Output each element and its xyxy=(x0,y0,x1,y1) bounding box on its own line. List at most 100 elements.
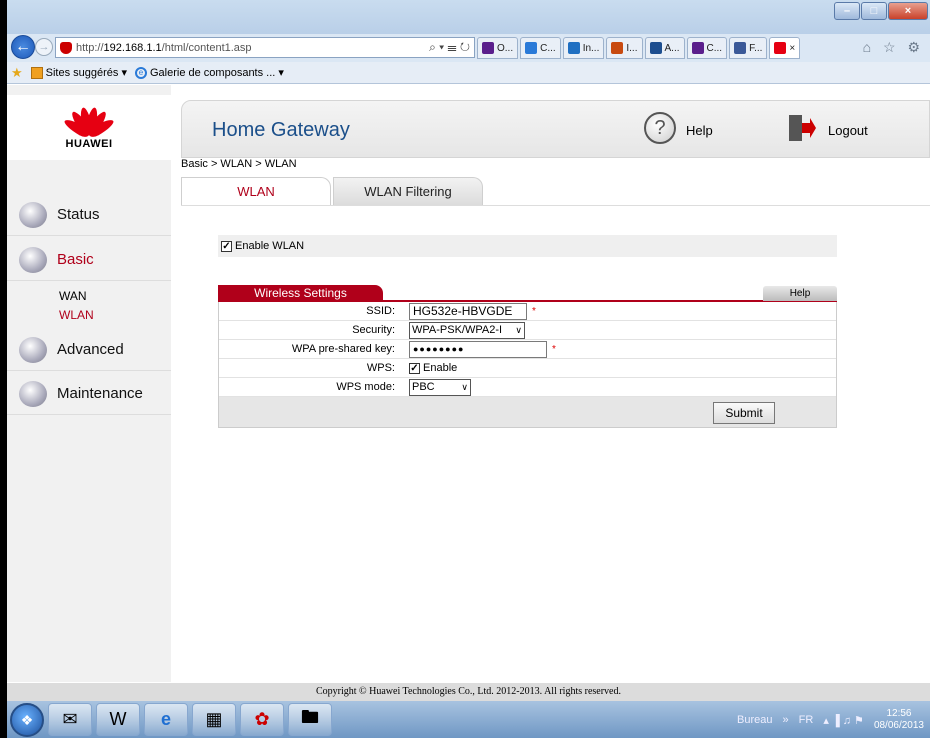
clock-time: 12:56 xyxy=(886,708,912,719)
browser-tab[interactable]: A... xyxy=(644,37,685,59)
router-page: HUAWEI Status Basic WAN WLAN Advanced Ma… xyxy=(7,85,930,682)
huawei-logo: HUAWEI xyxy=(7,95,171,160)
browser-tab-label: F... xyxy=(749,42,763,54)
back-arrow-icon[interactable]: ← xyxy=(11,35,35,59)
address-tools[interactable]: ⌕ ▾ ☰ ↻ xyxy=(429,40,470,55)
sidebar-subitem-wan[interactable]: WAN xyxy=(59,289,87,303)
required-marker: * xyxy=(552,343,556,355)
forward-arrow-icon[interactable]: → xyxy=(35,38,53,56)
status-icon xyxy=(19,202,47,228)
enable-wlan-row: ✓ Enable WLAN xyxy=(218,235,837,257)
wps-enable-checkbox[interactable]: ✓ xyxy=(409,362,420,374)
wps-enable-label: Enable xyxy=(423,362,458,374)
browser-tab-label: C... xyxy=(706,42,723,54)
ie-icon: e xyxy=(135,66,147,79)
home-favorites-settings-icons[interactable]: ⌂ ☆ ⚙ xyxy=(863,39,924,56)
tab-wlan-filtering[interactable]: WLAN Filtering xyxy=(333,177,483,205)
enable-wlan-checkbox[interactable]: ✓ xyxy=(221,240,232,252)
browser-tab[interactable]: In... xyxy=(562,37,605,59)
suggested-sites-link[interactable]: Sites suggérés ▾ xyxy=(30,66,127,79)
security-row: Security: WPA-PSK/WPA2-I ∨ xyxy=(219,321,836,340)
system-tray: Bureau » FR ▴ ▐ ♫ ⚑ 12:56 08/06/2013 xyxy=(737,705,924,735)
submit-button[interactable]: Submit xyxy=(713,402,775,424)
minimize-button[interactable]: – xyxy=(834,2,860,20)
site-favicon-icon xyxy=(60,42,72,54)
web-slice-gallery-link[interactable]: e Galerie de composants ... ▾ xyxy=(135,66,284,79)
sidebar-item-status[interactable]: Status xyxy=(7,194,171,236)
logout-link[interactable]: Logout xyxy=(828,123,868,138)
browser-tab-label: × xyxy=(789,42,796,54)
suggested-sites-icon xyxy=(30,66,43,79)
sidebar-subitem-wlan[interactable]: WLAN xyxy=(59,308,94,322)
browser-tab[interactable]: C... xyxy=(686,37,728,59)
url-path: /html/content1.asp xyxy=(161,41,252,54)
outlook-taskbar-icon[interactable]: ✉ xyxy=(48,703,92,736)
wps-row: WPS: ✓ Enable xyxy=(219,359,836,378)
start-menu-icon[interactable]: ❖ xyxy=(10,703,44,737)
wpa-key-label: WPA pre-shared key: xyxy=(291,343,395,355)
sidebar-item-maintenance[interactable]: Maintenance xyxy=(7,373,171,415)
wps-mode-selected-value: PBC xyxy=(412,381,435,393)
clock[interactable]: 12:56 08/06/2013 xyxy=(874,708,924,732)
url-scheme: http:// xyxy=(76,41,104,54)
logout-icon[interactable] xyxy=(788,113,816,143)
tab-favicon-icon xyxy=(734,42,747,54)
sidebar-item-label: Maintenance xyxy=(57,385,143,402)
wpa-key-input[interactable]: ●●●●●●●● xyxy=(409,340,547,358)
gear-icon xyxy=(19,247,47,273)
language-indicator[interactable]: FR xyxy=(799,714,814,726)
window-controls: – □ × xyxy=(834,2,928,20)
sidebar-item-advanced[interactable]: Advanced xyxy=(7,329,171,371)
help-link[interactable]: Help xyxy=(686,123,713,138)
wpa-key-row: WPA pre-shared key: ●●●●●●●● * xyxy=(219,340,836,359)
tray-icons[interactable]: ▴ ▐ ♫ ⚑ xyxy=(823,714,864,727)
chevron-down-icon: ∨ xyxy=(515,324,522,335)
favorites-bar: ★ Sites suggérés ▾ e Galerie de composant… xyxy=(7,62,930,84)
chevron-down-icon: ∨ xyxy=(461,381,468,392)
tab-favicon-icon xyxy=(525,42,538,54)
sidebar-item-label: Basic xyxy=(57,251,94,268)
maximize-button[interactable]: □ xyxy=(861,2,887,20)
tab-wlan[interactable]: WLAN xyxy=(181,177,331,205)
address-bar[interactable]: http://192.168.1.1/html/content1.asp ⌕ ▾… xyxy=(55,37,475,58)
desktop-toolbar-label[interactable]: Bureau xyxy=(737,714,772,726)
sidebar-item-label: Advanced xyxy=(57,341,124,358)
browser-navigation-bar: ← → http://192.168.1.1/html/content1.asp… xyxy=(7,34,930,62)
wps-mode-row: WPS mode: PBC ∨ xyxy=(219,378,836,397)
browser-tab[interactable]: × xyxy=(769,37,801,59)
help-icon[interactable]: ? xyxy=(644,112,676,144)
calculator-taskbar-icon[interactable]: ▦ xyxy=(192,703,236,736)
browser-tab[interactable]: F... xyxy=(729,37,768,59)
browser-tabs: O... C... In... I... A... C... F... × xyxy=(477,37,801,59)
browser-tab[interactable]: O... xyxy=(477,37,519,59)
advanced-tools-icon xyxy=(19,337,47,363)
tab-divider xyxy=(181,205,930,206)
tab-favicon-icon xyxy=(649,42,662,54)
toolbar-chevron-icon[interactable]: » xyxy=(783,714,789,726)
enable-wlan-label: Enable WLAN xyxy=(235,240,305,252)
huawei-taskbar-icon[interactable]: ✿ xyxy=(240,703,284,736)
word-taskbar-icon[interactable]: W xyxy=(96,703,140,736)
wps-mode-select[interactable]: PBC ∨ xyxy=(409,378,471,396)
wireless-settings-form: SSID: HG532e-HBVGDE * Security: WPA-PSK/… xyxy=(218,302,837,428)
submit-row: Submit xyxy=(219,397,836,427)
tab-favicon-icon xyxy=(691,42,704,54)
internet-explorer-taskbar-icon[interactable]: e xyxy=(144,703,188,736)
sidebar-item-basic[interactable]: Basic xyxy=(7,239,171,281)
breadcrumb: Basic > WLAN > WLAN xyxy=(181,158,297,170)
wireless-settings-title: Wireless Settings xyxy=(218,285,383,302)
wireless-help-button[interactable]: Help xyxy=(763,286,837,301)
security-label: Security: xyxy=(352,324,395,336)
windows-taskbar: ❖ ✉ W e ▦ ✿ 🖿 Bureau » FR ▴ ▐ ♫ ⚑ 12:56 … xyxy=(7,701,930,738)
ssid-input[interactable]: HG532e-HBVGDE xyxy=(409,302,527,320)
security-select[interactable]: WPA-PSK/WPA2-I ∨ xyxy=(409,321,525,339)
favorites-star-icon[interactable]: ★ xyxy=(11,65,23,81)
browser-tab[interactable]: C... xyxy=(520,37,561,59)
tab-favicon-icon xyxy=(774,42,787,54)
browser-tab[interactable]: I... xyxy=(606,37,643,59)
close-button[interactable]: × xyxy=(888,2,928,20)
file-explorer-taskbar-icon[interactable]: 🖿 xyxy=(288,703,332,736)
browser-tab-label: C... xyxy=(540,42,556,54)
maintenance-icon xyxy=(19,381,47,407)
copyright-footer: Copyright © Huawei Technologies Co., Ltd… xyxy=(7,683,930,701)
